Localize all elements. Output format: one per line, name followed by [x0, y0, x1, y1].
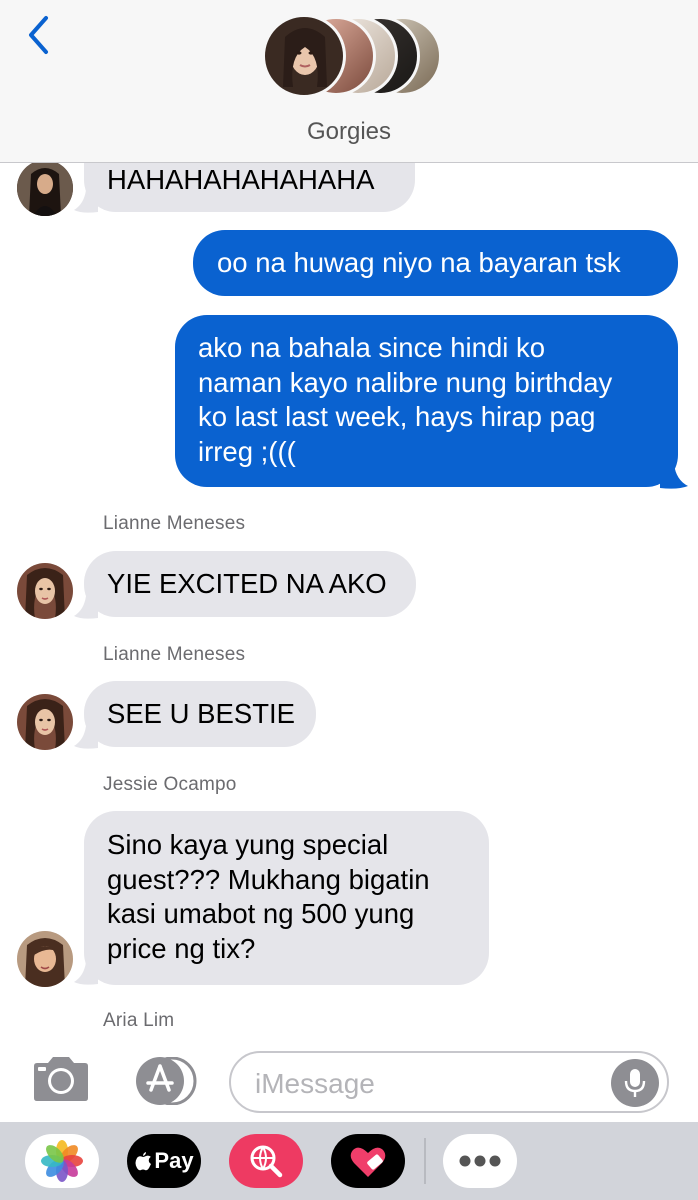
drawer-divider [424, 1138, 426, 1184]
app-store-icon [136, 1056, 197, 1106]
apple-pay-button[interactable]: Pay [127, 1134, 201, 1188]
conversation-header: Gorgies [0, 0, 698, 163]
more-icon [459, 1155, 501, 1167]
compose-bar [0, 1036, 698, 1122]
dictation-button[interactable] [611, 1059, 659, 1107]
globe-search-icon [250, 1145, 283, 1178]
sender-name: Lianne Meneses [103, 513, 246, 534]
digital-touch-button[interactable] [331, 1134, 405, 1188]
group-avatars[interactable] [262, 14, 442, 100]
message-text: SEE U BESTIE [107, 698, 295, 729]
photos-app-button[interactable] [25, 1134, 99, 1188]
message-line: ko last last week, hays hirap pag [198, 401, 596, 432]
message-bubble[interactable]: SEE U BESTIE [84, 681, 316, 747]
message-bubble[interactable]: oo na huwag niyo na bayaran tsk [193, 230, 678, 296]
message-input[interactable] [253, 1061, 617, 1107]
photos-icon [41, 1140, 83, 1182]
message-line: kasi umabot ng 500 yung [107, 898, 415, 929]
message-bubble[interactable]: YIE EXCITED NA AKO [84, 551, 416, 617]
avatar[interactable] [17, 563, 73, 619]
sender-name: Jessie Ocampo [103, 774, 237, 795]
message-line: Sino kaya yung special [107, 829, 389, 860]
more-apps-button[interactable] [443, 1134, 517, 1188]
bubble-tail [74, 190, 98, 213]
heart-touch-icon [350, 1147, 386, 1177]
avatar[interactable] [17, 931, 73, 987]
chevron-left-icon [29, 16, 48, 54]
bubble-tail [74, 962, 98, 985]
avatar[interactable] [17, 694, 73, 750]
message-input-field[interactable] [229, 1051, 669, 1113]
sender-name: Aria Lim [103, 1010, 175, 1031]
microphone-icon [624, 1069, 646, 1097]
avatar[interactable] [17, 160, 73, 216]
message-bubble[interactable]: Sino kaya yung special guest??? Mukhang … [84, 811, 489, 985]
message-line: naman kayo nalibre nung birthday [198, 366, 613, 398]
apple-pay-label: Pay [154, 1148, 194, 1173]
camera-button[interactable] [30, 1056, 92, 1102]
bubble-tail [74, 596, 98, 619]
apple-logo-icon [135, 1152, 152, 1171]
sender-name: Lianne Meneses [103, 644, 246, 665]
message-bubble[interactable]: ako na bahala since hindi ko naman kayo … [175, 315, 678, 487]
back-button[interactable] [16, 10, 60, 60]
bubble-tail [660, 464, 688, 489]
bubble-tail [74, 726, 98, 749]
message-line: irreg ;((( [198, 435, 296, 467]
group-name[interactable]: Gorgies [0, 118, 698, 146]
message-text: YIE EXCITED NA AKO [107, 568, 387, 599]
images-search-button[interactable] [229, 1134, 303, 1188]
avatar [262, 14, 346, 98]
message-line: ako na bahala since hindi ko [198, 332, 546, 363]
message-line: price ng tix? [107, 932, 256, 964]
app-store-button[interactable] [132, 1056, 197, 1106]
message-line: guest??? Mukhang bigatin [107, 863, 430, 895]
app-drawer: Pay [0, 1122, 698, 1200]
message-text: oo na huwag niyo na bayaran tsk [217, 247, 621, 278]
camera-icon [34, 1057, 88, 1101]
message-text: HAHAHAHAHAHAHA [107, 164, 375, 195]
